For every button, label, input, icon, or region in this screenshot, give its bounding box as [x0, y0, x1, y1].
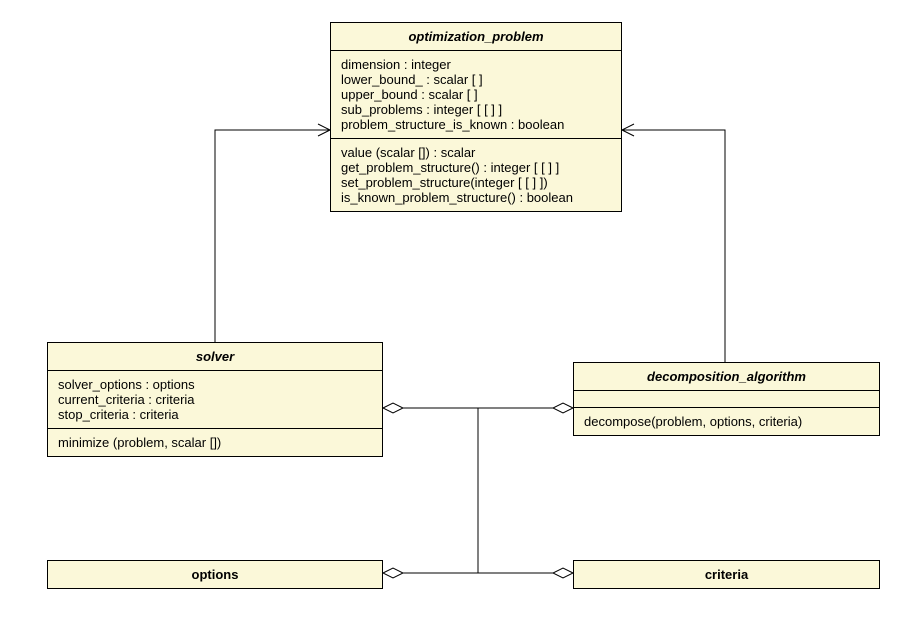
title-text: decomposition_algorithm: [647, 369, 806, 384]
attr: lower_bound_ : scalar [ ]: [341, 72, 611, 87]
class-criteria: criteria: [573, 560, 880, 589]
diamond-icon: [553, 403, 573, 413]
attr: current_criteria : criteria: [58, 392, 372, 407]
class-options: options: [47, 560, 383, 589]
connector-solver-to-optprob: [215, 130, 330, 342]
attr: problem_structure_is_known : boolean: [341, 117, 611, 132]
class-title: criteria: [574, 561, 879, 588]
attr: dimension : integer: [341, 57, 611, 72]
diamond-icon: [383, 403, 403, 413]
class-decomposition-algorithm: decomposition_algorithm decompose(proble…: [573, 362, 880, 436]
attr: upper_bound : scalar [ ]: [341, 87, 611, 102]
op: decompose(problem, options, criteria): [584, 414, 869, 429]
attr: solver_options : options: [58, 377, 372, 392]
arrowhead-open: [318, 124, 330, 136]
attributes-section: solver_options : options current_criteri…: [48, 371, 382, 429]
class-title: decomposition_algorithm: [574, 363, 879, 391]
op: value (scalar []) : scalar: [341, 145, 611, 160]
diagram-canvas: optimization_problem dimension : integer…: [0, 0, 922, 633]
diamond-icon: [383, 568, 403, 578]
operations-section: decompose(problem, options, criteria): [574, 408, 879, 435]
title-text: solver: [196, 349, 234, 364]
op: get_problem_structure() : integer [ [ ] …: [341, 160, 611, 175]
op: minimize (problem, scalar []): [58, 435, 372, 450]
connector-decomp-to-optprob: [622, 130, 725, 362]
op: is_known_problem_structure() : boolean: [341, 190, 611, 205]
class-solver: solver solver_options : options current_…: [47, 342, 383, 457]
arrowhead-open: [622, 124, 634, 136]
class-title: solver: [48, 343, 382, 371]
title-text: criteria: [705, 567, 748, 582]
operations-section: value (scalar []) : scalar get_problem_s…: [331, 139, 621, 211]
operations-section: minimize (problem, scalar []): [48, 429, 382, 456]
class-title: options: [48, 561, 382, 588]
title-text: optimization_problem: [408, 29, 543, 44]
attr: sub_problems : integer [ [ ] ]: [341, 102, 611, 117]
attr: stop_criteria : criteria: [58, 407, 372, 422]
attributes-section: [574, 391, 879, 408]
attributes-section: dimension : integer lower_bound_ : scala…: [331, 51, 621, 139]
title-text: options: [192, 567, 239, 582]
class-optimization-problem: optimization_problem dimension : integer…: [330, 22, 622, 212]
op: set_problem_structure(integer [ [ ] ]): [341, 175, 611, 190]
diamond-icon: [553, 568, 573, 578]
class-title: optimization_problem: [331, 23, 621, 51]
